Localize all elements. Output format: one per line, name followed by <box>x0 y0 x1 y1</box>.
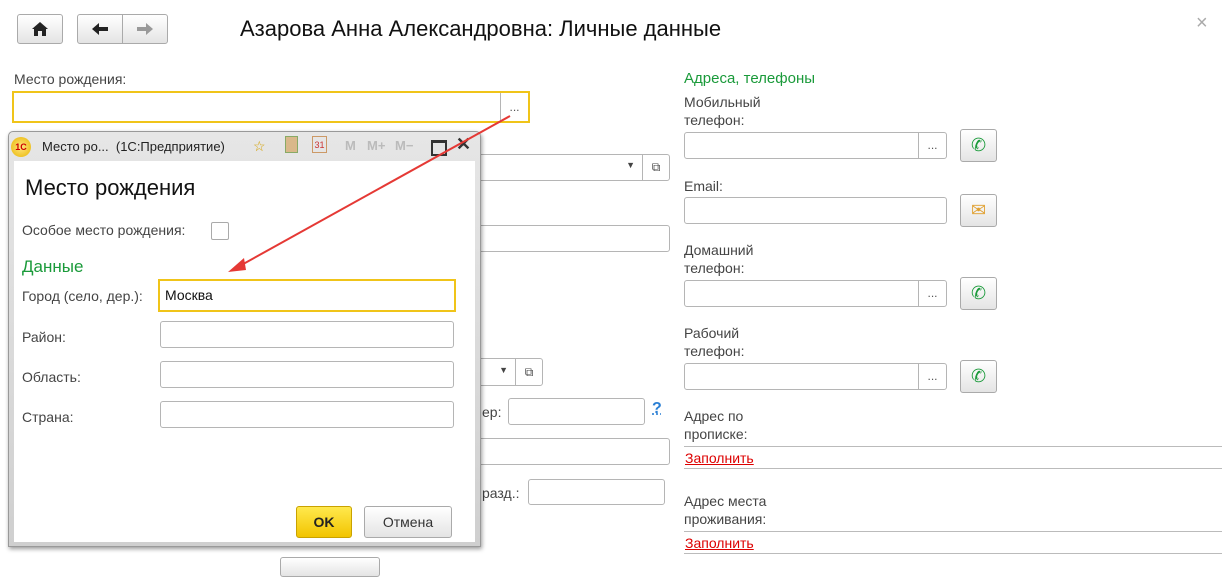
annotation-arrow <box>228 115 511 272</box>
